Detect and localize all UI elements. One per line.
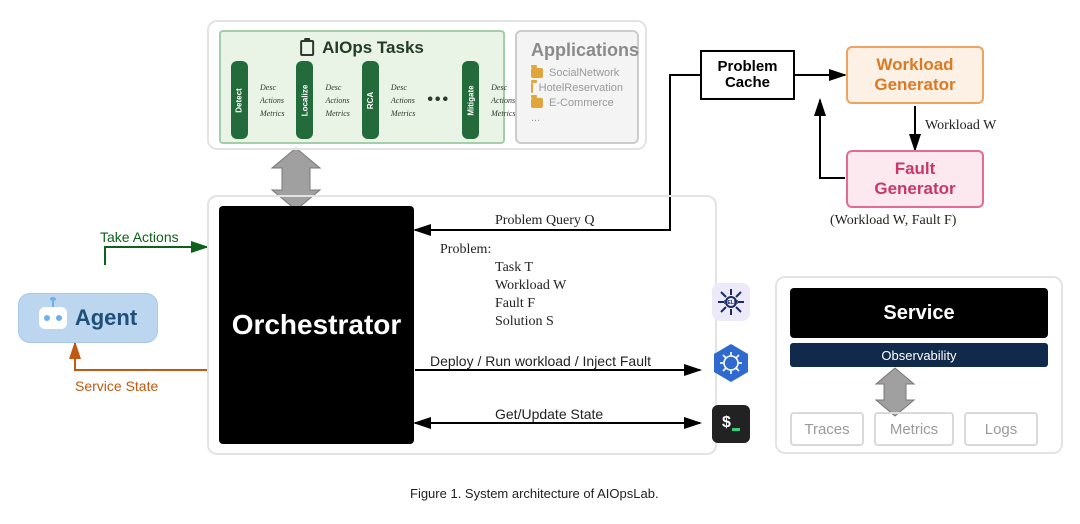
edge-deploy: Deploy / Run workload / Inject Fault: [430, 353, 651, 369]
service-box: Service: [790, 288, 1048, 338]
agent-box: Agent: [18, 293, 158, 343]
edge-take-actions: Take Actions: [100, 229, 179, 245]
problem-block-head: Problem:: [440, 242, 491, 258]
folder-icon: [531, 83, 533, 93]
problem-solution: Solution S: [495, 314, 554, 330]
app-ecommerce: E-Commerce: [531, 97, 623, 109]
task-detect: Detect: [231, 61, 248, 139]
orchestrator-label: Orchestrator: [232, 309, 402, 341]
aiops-title: AIOps Tasks: [322, 38, 424, 58]
svg-text:$: $: [722, 414, 731, 431]
folder-icon: [531, 98, 543, 108]
kubernetes-icon: [710, 342, 752, 384]
figure-caption: Figure 1. System architecture of AIOpsLa…: [410, 486, 659, 501]
task-desc: DescActionsMetrics: [391, 83, 415, 118]
svg-text:HELM: HELM: [724, 300, 738, 306]
tasks-row: Detect DescActionsMetrics Localize DescA…: [231, 66, 493, 134]
problem-workload: Workload W: [495, 278, 566, 294]
app-more: ...: [531, 112, 623, 124]
agent-label: Agent: [75, 305, 137, 331]
applications-title: Applications: [531, 40, 623, 61]
problem-cache-box: Problem Cache: [700, 50, 795, 100]
clipboard-icon: [300, 40, 314, 56]
task-desc: DescActionsMetrics: [491, 83, 515, 118]
robot-icon: [39, 307, 67, 329]
task-ellipsis: •••: [427, 91, 450, 109]
applications-box: Applications SocialNetwork HotelReservat…: [515, 30, 639, 144]
task-mitigate: Mitigate: [462, 61, 479, 139]
orchestrator-box: Orchestrator: [219, 206, 414, 444]
problem-task: Task T: [495, 260, 533, 276]
service-label: Service: [883, 302, 954, 325]
edge-workload-w: Workload W: [925, 118, 996, 134]
traces-box: Traces: [790, 412, 864, 446]
problem-fault: Fault F: [495, 296, 535, 312]
edge-service-state: Service State: [75, 378, 158, 394]
workload-generator-box: Workload Generator: [846, 46, 984, 104]
metrics-box: Metrics: [874, 412, 954, 446]
aiops-heading: AIOps Tasks: [300, 38, 424, 58]
edge-get-state: Get/Update State: [495, 406, 603, 422]
task-rca: RCA: [362, 61, 379, 139]
task-localize: Localize: [296, 61, 313, 139]
task-desc: DescActionsMetrics: [260, 83, 284, 118]
logs-box: Logs: [964, 412, 1038, 446]
folder-icon: [531, 68, 543, 78]
fault-generator-box: Fault Generator: [846, 150, 984, 208]
edge-wf-pair: (Workload W, Fault F): [830, 213, 956, 229]
aiops-tasks-box: AIOps Tasks Detect DescActionsMetrics Lo…: [219, 30, 505, 144]
terminal-icon: $: [712, 405, 750, 443]
tasks-apps-group: AIOps Tasks Detect DescActionsMetrics Lo…: [207, 20, 647, 150]
helm-icon: HELM: [712, 283, 750, 321]
app-hotelreservation: HotelReservation: [531, 82, 623, 94]
observability-bar: Observability: [790, 343, 1048, 367]
edge-problem-query: Problem Query Q: [495, 213, 595, 229]
app-socialnetwork: SocialNetwork: [531, 67, 623, 79]
task-desc: DescActionsMetrics: [325, 83, 349, 118]
